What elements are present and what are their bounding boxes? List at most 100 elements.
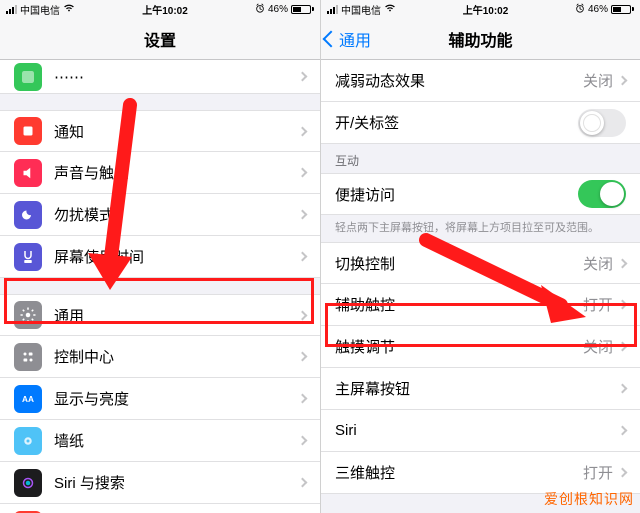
control-center-icon	[14, 343, 42, 371]
status-time: 上午10:02	[396, 2, 575, 17]
row-siri[interactable]: Siri	[321, 410, 640, 452]
label: 开/关标签	[335, 112, 578, 133]
label: 切换控制	[335, 253, 583, 274]
chevron-icon	[618, 258, 628, 268]
nav-bar: 设置	[0, 18, 320, 60]
row-switch-control[interactable]: 切换控制 关闭	[321, 242, 640, 284]
reachability-note: 轻点两下主屏幕按钮，将屏幕上方项目拉至可及范围。	[321, 215, 640, 242]
settings-row-touchid[interactable]: 触控 ID 与密码	[0, 504, 320, 513]
chevron-back-icon	[323, 30, 340, 47]
chevron-icon	[618, 342, 628, 352]
chevron-icon	[618, 384, 628, 394]
settings-row-sounds[interactable]: 声音与触感	[0, 152, 320, 194]
back-label: 通用	[339, 27, 371, 51]
label: 控制中心	[54, 346, 299, 367]
signal-icon	[6, 5, 17, 14]
nav-bar: 通用 辅助功能	[321, 18, 640, 60]
row-reachability[interactable]: 便捷访问	[321, 173, 640, 215]
value: 关闭	[583, 336, 613, 357]
settings-row-screentime[interactable]: 屏幕使用时间	[0, 236, 320, 278]
signal-icon	[327, 5, 338, 14]
label: 通知	[54, 121, 299, 142]
value: 打开	[583, 462, 613, 483]
notifications-icon	[14, 117, 42, 145]
chevron-icon	[298, 310, 308, 320]
chevron-icon	[618, 468, 628, 478]
status-bar: 中国电信 上午10:02 46%	[0, 0, 320, 18]
chevron-icon	[298, 126, 308, 136]
svg-text:AA: AA	[22, 395, 34, 404]
label: 墙纸	[54, 430, 299, 451]
status-time: 上午10:02	[75, 2, 255, 17]
carrier-label: 中国电信	[341, 2, 381, 17]
chevron-icon	[298, 252, 308, 262]
alarm-icon	[255, 3, 265, 16]
label: 勿扰模式	[54, 204, 299, 225]
row-home-button[interactable]: 主屏幕按钮	[321, 368, 640, 410]
alarm-icon	[575, 3, 585, 16]
app-icon	[14, 63, 42, 91]
label: ⋯⋯	[54, 68, 299, 86]
settings-row-notifications[interactable]: 通知	[0, 110, 320, 152]
settings-row-control-center[interactable]: 控制中心	[0, 336, 320, 378]
display-icon: AA	[14, 385, 42, 413]
sounds-icon	[14, 159, 42, 187]
row-assistive-touch[interactable]: 辅助触控 打开	[321, 284, 640, 326]
label: Siri	[335, 422, 619, 439]
label: Siri 与搜索	[54, 472, 299, 493]
value: 关闭	[583, 253, 613, 274]
settings-row-dnd[interactable]: 勿扰模式	[0, 194, 320, 236]
settings-row-truncated[interactable]: ⋯⋯	[0, 60, 320, 94]
chevron-icon	[298, 210, 308, 220]
section-interaction: 互动	[321, 144, 640, 173]
back-button[interactable]: 通用	[321, 27, 371, 51]
label: 减弱动态效果	[335, 70, 583, 91]
chevron-icon	[618, 300, 628, 310]
value: 关闭	[583, 70, 613, 91]
label: 辅助触控	[335, 294, 583, 315]
chevron-icon	[298, 72, 308, 82]
toggle-on-off-labels[interactable]	[578, 109, 626, 137]
label: 通用	[54, 305, 299, 326]
battery-pct: 46%	[588, 4, 608, 15]
chevron-icon	[618, 426, 628, 436]
row-reduce-motion[interactable]: 减弱动态效果 关闭	[321, 60, 640, 102]
label: 便捷访问	[335, 184, 578, 205]
settings-row-siri[interactable]: Siri 与搜索	[0, 462, 320, 504]
settings-row-wallpaper[interactable]: 墙纸	[0, 420, 320, 462]
general-icon	[14, 301, 42, 329]
status-bar: 中国电信 上午10:02 46%	[321, 0, 640, 18]
row-touch-accommodations[interactable]: 触摸调节 关闭	[321, 326, 640, 368]
screen-accessibility: 中国电信 上午10:02 46% 通用 辅助功能	[320, 0, 640, 513]
battery-icon	[611, 5, 634, 14]
chevron-icon	[298, 352, 308, 362]
label: 显示与亮度	[54, 388, 299, 409]
label: 屏幕使用时间	[54, 246, 299, 267]
screen-settings: 中国电信 上午10:02 46% 设置	[0, 0, 320, 513]
settings-row-display[interactable]: AA 显示与亮度	[0, 378, 320, 420]
settings-row-general[interactable]: 通用	[0, 294, 320, 336]
label: 三维触控	[335, 462, 583, 483]
dnd-icon	[14, 201, 42, 229]
toggle-reachability[interactable]	[578, 180, 626, 208]
wifi-icon	[63, 3, 75, 16]
chevron-icon	[298, 394, 308, 404]
label: 主屏幕按钮	[335, 378, 619, 399]
label: 触摸调节	[335, 336, 583, 357]
wallpaper-icon	[14, 427, 42, 455]
wifi-icon	[384, 3, 396, 16]
label: 声音与触感	[54, 162, 299, 183]
chevron-icon	[618, 76, 628, 86]
siri-icon	[14, 469, 42, 497]
chevron-icon	[298, 478, 308, 488]
battery-pct: 46%	[268, 4, 288, 15]
row-on-off-labels[interactable]: 开/关标签	[321, 102, 640, 144]
screentime-icon	[14, 243, 42, 271]
page-title: 设置	[0, 27, 320, 51]
carrier-label: 中国电信	[20, 2, 60, 17]
chevron-icon	[298, 436, 308, 446]
watermark: 爱创根知识网	[544, 489, 634, 509]
battery-icon	[291, 5, 314, 14]
value: 打开	[583, 294, 613, 315]
chevron-icon	[298, 168, 308, 178]
